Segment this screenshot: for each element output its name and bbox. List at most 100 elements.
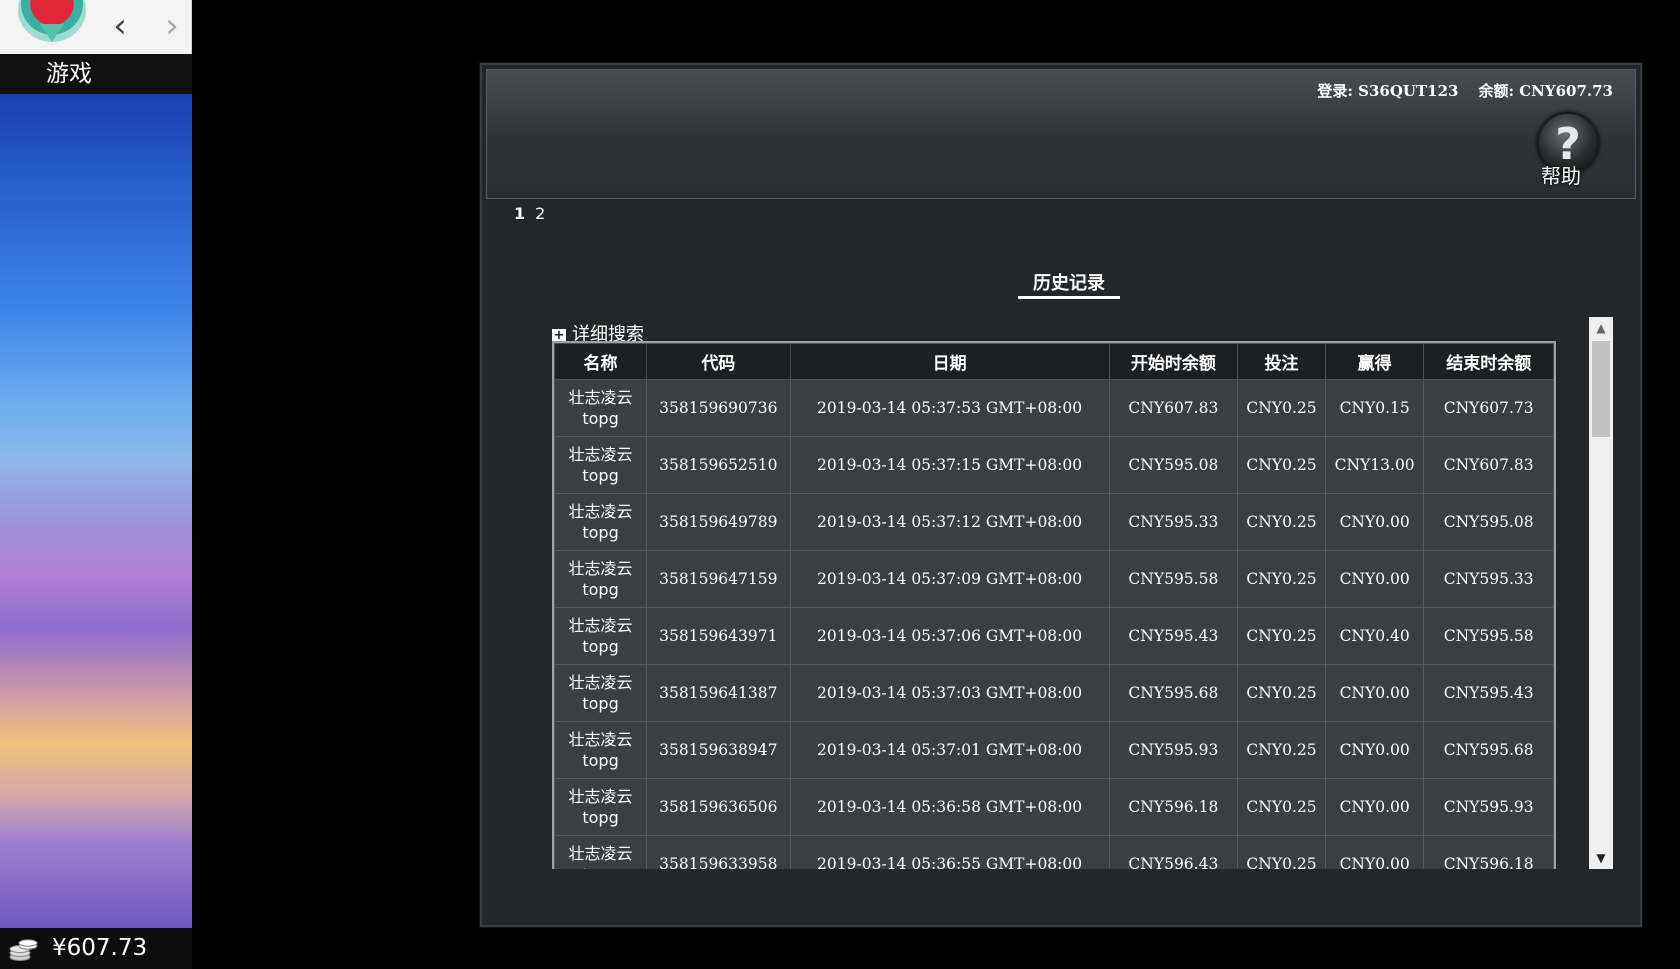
- game-name-code: topg: [582, 751, 619, 770]
- game-name-code: topg: [582, 523, 619, 542]
- cell-code: 358159649789: [646, 493, 791, 551]
- cell-start-balance: CNY595.43: [1108, 607, 1239, 665]
- pagination: 12: [514, 204, 555, 223]
- cell-bet: CNY0.25: [1237, 721, 1326, 779]
- cell-game-name: 壮志凌云topg: [554, 436, 648, 494]
- cell-bet: CNY0.25: [1237, 835, 1326, 869]
- page-2-link[interactable]: 2: [535, 204, 545, 223]
- cell-win: CNY0.00: [1324, 550, 1425, 608]
- cell-start-balance: CNY607.83: [1108, 379, 1239, 437]
- game-name-code: topg: [582, 637, 619, 656]
- scroll-thumb[interactable]: [1592, 341, 1610, 437]
- cell-game-name: 壮志凌云 topg: [554, 664, 648, 722]
- column-header-end-balance[interactable]: 结束时余额: [1423, 343, 1554, 380]
- sidebar-balance: ¥607.73: [0, 928, 192, 969]
- account-info: 登录: S36QUT123 余额: CNY607.73: [1297, 80, 1613, 101]
- cell-start-balance: CNY596.43: [1108, 835, 1239, 869]
- cell-game-name: 壮志凌云topg: [554, 607, 648, 665]
- game-banner-image[interactable]: [0, 94, 192, 928]
- cell-bet: CNY0.25: [1237, 607, 1326, 665]
- cell-end-balance: CNY596.18: [1423, 835, 1554, 869]
- cell-date: 2019-03-14 05:37:06 GMT+08:00: [789, 607, 1110, 665]
- account-balance: 余额: CNY607.73: [1478, 82, 1613, 100]
- cell-date: 2019-03-14 05:37:15 GMT+08:00: [789, 436, 1110, 494]
- cell-win: CNY0.00: [1324, 721, 1425, 779]
- cell-date: 2019-03-14 05:37:09 GMT+08:00: [789, 550, 1110, 608]
- cell-end-balance: CNY607.83: [1423, 436, 1554, 494]
- history-table: 名称 代码 日期 开始时余额 投注 赢得 结束时余额 壮志凌云 topg 35815…: [554, 343, 1554, 869]
- cell-bet: CNY0.25: [1237, 664, 1326, 722]
- column-header-date[interactable]: 日期: [789, 343, 1110, 380]
- table-row[interactable]: 壮志凌云 topg 358159690736 2019-03-14 05:37:53 …: [554, 379, 1554, 437]
- table-row[interactable]: 壮志凌云 topg 358159636506 2019-03-14 05:36:58 …: [554, 778, 1554, 836]
- page-1-link[interactable]: 1: [514, 204, 525, 223]
- cell-code: 358159636506: [646, 778, 791, 836]
- cell-code: 358159641387: [646, 664, 791, 722]
- forward-arrow-icon[interactable]: ›: [152, 6, 192, 46]
- cell-start-balance: CNY595.93: [1108, 721, 1239, 779]
- game-name-code: topg: [582, 808, 619, 827]
- cell-bet: CNY0.25: [1237, 436, 1326, 494]
- cell-code: 358159652510: [646, 436, 791, 494]
- scroll-up-icon[interactable]: ▲: [1589, 317, 1613, 339]
- cell-code: 358159633958: [646, 835, 791, 869]
- game-name-code: topg: [582, 580, 619, 599]
- cell-game-name: 壮志凌云topg: [554, 721, 648, 779]
- table-row[interactable]: 壮志凌云 topg 358159647159 2019-03-14 05:37:09 …: [554, 550, 1554, 608]
- panel-header: 登录: S36QUT123 余额: CNY607.73 ? 帮助: [486, 69, 1636, 199]
- game-name-cn: 壮志凌云: [568, 559, 633, 578]
- cell-win: CNY0.00: [1324, 778, 1425, 836]
- cell-date: 2019-03-14 05:37:12 GMT+08:00: [789, 493, 1110, 551]
- cell-start-balance: CNY595.08: [1108, 436, 1239, 494]
- cell-bet: CNY0.25: [1237, 379, 1326, 437]
- column-header-code[interactable]: 代码: [646, 343, 791, 380]
- game-name-code: topg: [582, 466, 619, 485]
- cell-end-balance: CNY595.93: [1423, 778, 1554, 836]
- cell-win: CNY0.00: [1324, 493, 1425, 551]
- cell-bet: CNY0.25: [1237, 493, 1326, 551]
- cell-date: 2019-03-14 05:37:03 GMT+08:00: [789, 664, 1110, 722]
- help-button[interactable]: ? 帮助: [1537, 112, 1601, 190]
- cell-end-balance: CNY607.73: [1423, 379, 1554, 437]
- column-header-win[interactable]: 赢得: [1324, 343, 1425, 380]
- cell-date: 2019-03-14 05:37:01 GMT+08:00: [789, 721, 1110, 779]
- cell-end-balance: CNY595.58: [1423, 607, 1554, 665]
- game-name-cn: 壮志凌云: [568, 844, 633, 863]
- cell-start-balance: CNY595.33: [1108, 493, 1239, 551]
- cell-start-balance: CNY596.18: [1108, 778, 1239, 836]
- game-name-code: topg: [582, 694, 619, 713]
- table-row[interactable]: 壮志凌云 topg 358159641387 2019-03-14 05:37:03 …: [554, 664, 1554, 722]
- cell-game-name: 壮志凌云 topg: [554, 778, 648, 836]
- cell-bet: CNY0.25: [1237, 550, 1326, 608]
- scroll-down-icon[interactable]: ▼: [1589, 847, 1613, 869]
- back-arrow-icon[interactable]: ‹: [100, 6, 140, 46]
- table-header-row: 名称 代码 日期 开始时余额 投注 赢得 结束时余额: [554, 343, 1554, 380]
- tab-history[interactable]: 历史记录: [1018, 269, 1120, 299]
- table-scrollbar[interactable]: ▲ ▼: [1589, 317, 1613, 869]
- cell-win: CNY13.00: [1324, 436, 1425, 494]
- cell-end-balance: CNY595.08: [1423, 493, 1554, 551]
- table-row[interactable]: 壮志凌云 topg 358159638947 2019-03-14 05:37:01 …: [554, 721, 1554, 779]
- sidebar-section-games[interactable]: 游戏: [0, 54, 192, 94]
- table-row[interactable]: 壮志凌云 topg 358159652510 2019-03-14 05:37:15 …: [554, 436, 1554, 494]
- column-header-name[interactable]: 名称: [554, 343, 648, 380]
- cell-end-balance: CNY595.68: [1423, 721, 1554, 779]
- table-row[interactable]: 壮志凌云 topg 358159643971 2019-03-14 05:37:06 …: [554, 607, 1554, 665]
- column-header-bet[interactable]: 投注: [1237, 343, 1326, 380]
- cell-win: CNY0.15: [1324, 379, 1425, 437]
- cell-game-name: 壮志凌云topg: [554, 379, 648, 437]
- login-id: 登录: S36QUT123: [1317, 82, 1459, 100]
- cell-bet: CNY0.25: [1237, 778, 1326, 836]
- cell-date: 2019-03-14 05:36:55 GMT+08:00: [789, 835, 1110, 869]
- cell-win: CNY0.40: [1324, 607, 1425, 665]
- sidebar: ‹ › 游戏 ¥607.73: [0, 0, 192, 969]
- app-logo-icon[interactable]: [18, 0, 86, 42]
- game-name-cn: 壮志凌云: [568, 787, 633, 806]
- cell-game-name: 壮志凌云topg: [554, 835, 648, 869]
- game-name-cn: 壮志凌云: [568, 673, 633, 692]
- column-header-start-balance[interactable]: 开始时余额: [1108, 343, 1239, 380]
- table-row[interactable]: 壮志凌云topg3581596339582019-03-14 05:36:55 …: [554, 835, 1554, 869]
- cell-code: 358159690736: [646, 379, 791, 437]
- table-row[interactable]: 壮志凌云 topg 358159649789 2019-03-14 05:37:12 …: [554, 493, 1554, 551]
- cell-start-balance: CNY595.58: [1108, 550, 1239, 608]
